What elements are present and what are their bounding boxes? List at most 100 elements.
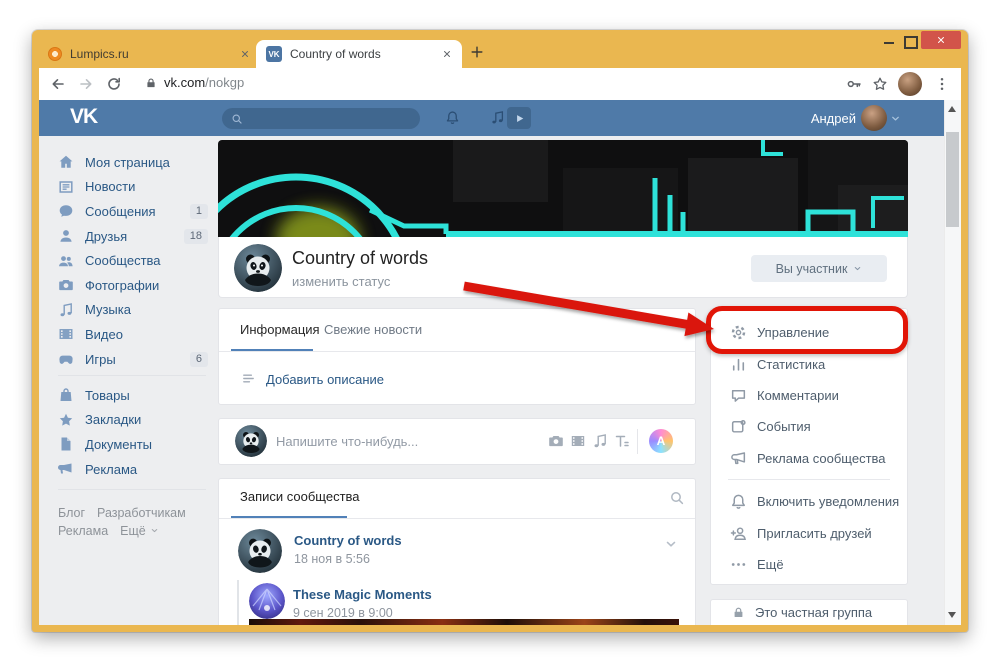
scroll-down-arrow[interactable] bbox=[948, 612, 956, 618]
bookmarks-icon bbox=[58, 412, 74, 428]
community-cover-image bbox=[218, 140, 908, 237]
action-menu-label: Включить уведомления bbox=[757, 494, 900, 510]
chevron-down-icon bbox=[150, 526, 159, 535]
action-menu-item[interactable]: Комментарии bbox=[710, 380, 908, 411]
video-icon bbox=[58, 326, 74, 342]
wall-search-icon[interactable] bbox=[669, 490, 685, 506]
footer-link[interactable]: Реклама bbox=[58, 524, 108, 538]
action-menu-label: Комментарии bbox=[757, 387, 839, 403]
bookmark-star-icon[interactable] bbox=[872, 76, 888, 92]
action-menu-label: События bbox=[757, 419, 811, 435]
poster-badge[interactable]: A bbox=[649, 429, 673, 453]
repost-author[interactable]: These Magic Moments bbox=[293, 587, 432, 602]
repost-photo[interactable] bbox=[249, 619, 679, 625]
add-description-link[interactable]: Добавить описание bbox=[266, 372, 384, 387]
screenshot-stage: Lumpics.ru VK Country of words vk.com/no… bbox=[0, 0, 1000, 668]
header-user-name[interactable]: Андрей bbox=[760, 111, 856, 126]
sidebar-item[interactable]: Игры 6 bbox=[58, 347, 208, 372]
sidebar-item[interactable]: Фотографии bbox=[58, 273, 208, 298]
music-icon[interactable] bbox=[490, 110, 505, 125]
scrollbar-thumb[interactable] bbox=[946, 132, 959, 227]
forward-icon[interactable] bbox=[78, 76, 94, 92]
lumpics-favicon bbox=[48, 47, 62, 61]
sidebar-item[interactable]: Товары bbox=[58, 383, 208, 408]
play-icon bbox=[514, 113, 525, 124]
audio-note-icon[interactable] bbox=[592, 433, 608, 449]
photo-camera-icon[interactable] bbox=[548, 433, 564, 449]
sidebar-item[interactable]: Видео bbox=[58, 322, 208, 347]
action-menu-label: Реклама сообщества bbox=[757, 450, 886, 466]
back-icon[interactable] bbox=[50, 76, 66, 92]
post-menu-chevron-icon[interactable] bbox=[664, 537, 678, 551]
count-badge: 1 bbox=[189, 203, 208, 219]
reload-icon[interactable] bbox=[106, 76, 122, 92]
repost-author-avatar[interactable] bbox=[249, 583, 285, 619]
key-icon[interactable] bbox=[846, 76, 862, 92]
scroll-up-arrow[interactable] bbox=[948, 106, 956, 112]
vk-logo[interactable]: VK bbox=[70, 105, 98, 129]
sidebar-item[interactable]: Сообщества bbox=[58, 248, 208, 273]
description-lines-icon bbox=[241, 371, 256, 386]
search-input[interactable] bbox=[222, 108, 420, 129]
video-film-icon[interactable] bbox=[570, 433, 586, 449]
url-field[interactable]: vk.com/nokgp bbox=[145, 75, 244, 90]
post-author-avatar[interactable] bbox=[238, 529, 282, 573]
sidebar-item-label: Видео bbox=[85, 326, 123, 342]
minimize-button[interactable] bbox=[884, 42, 894, 44]
wall-tab-underline bbox=[231, 516, 347, 518]
sidebar-item[interactable]: Моя страница bbox=[58, 150, 208, 175]
sidebar-divider bbox=[58, 489, 206, 490]
groups-icon bbox=[58, 253, 74, 269]
footer-link[interactable]: Разработчикам bbox=[97, 506, 186, 520]
news-icon bbox=[58, 179, 74, 195]
tab-fresh-news[interactable]: Свежие новости bbox=[324, 322, 422, 337]
composer-placeholder[interactable]: Напишите что-нибудь... bbox=[276, 434, 418, 449]
article-icon[interactable] bbox=[614, 433, 630, 449]
browser-menu-icon[interactable] bbox=[934, 76, 950, 92]
header-user-avatar[interactable] bbox=[861, 105, 887, 131]
count-badge: 18 bbox=[183, 228, 208, 244]
action-menu-item[interactable]: События bbox=[710, 411, 908, 442]
wall-title[interactable]: Записи сообщества bbox=[240, 489, 360, 504]
sidebar-item[interactable]: Закладки bbox=[58, 408, 208, 433]
post-author[interactable]: Country of words bbox=[294, 533, 402, 548]
private-group-label: Это частная группа bbox=[755, 605, 873, 620]
member-button[interactable]: Вы участник bbox=[751, 255, 887, 282]
chevron-down-icon[interactable] bbox=[890, 113, 901, 124]
repost-indent-line bbox=[237, 580, 239, 625]
action-menu-item[interactable]: Ещё bbox=[710, 549, 908, 580]
browser-tab-vk[interactable]: VK Country of words bbox=[256, 40, 462, 68]
sidebar-item[interactable]: Реклама bbox=[58, 457, 208, 482]
sidebar-item-label: Друзья bbox=[85, 228, 128, 244]
repost-date[interactable]: 9 сен 2019 в 9:00 bbox=[293, 606, 393, 620]
messages-icon bbox=[58, 203, 74, 219]
tab-information[interactable]: Информация bbox=[240, 322, 320, 337]
sidebar-item[interactable]: Новости bbox=[58, 175, 208, 200]
community-avatar[interactable] bbox=[234, 244, 282, 292]
browser-profile-avatar[interactable] bbox=[898, 72, 922, 96]
tab-close-icon[interactable] bbox=[442, 49, 452, 59]
community-name: Country of words bbox=[292, 248, 429, 268]
browser-tab-lumpics[interactable]: Lumpics.ru bbox=[48, 40, 250, 68]
action-menu-item[interactable]: Пригласить друзей bbox=[710, 517, 908, 548]
maximize-button[interactable] bbox=[904, 36, 918, 49]
video-player-button[interactable] bbox=[507, 107, 531, 129]
comments-icon bbox=[730, 387, 747, 404]
action-menu-item[interactable]: Реклама сообщества bbox=[710, 443, 908, 474]
sidebar-item[interactable]: Друзья 18 bbox=[58, 224, 208, 249]
footer-link[interactable]: Блог bbox=[58, 506, 85, 520]
composer-avatar bbox=[235, 425, 267, 457]
close-button[interactable] bbox=[921, 31, 961, 49]
sidebar-item[interactable]: Сообщения 1 bbox=[58, 199, 208, 224]
tab-close-icon[interactable] bbox=[240, 49, 250, 59]
change-status-link[interactable]: изменить статус bbox=[292, 274, 390, 289]
sidebar-item[interactable]: Музыка bbox=[58, 298, 208, 323]
post-date[interactable]: 18 ноя в 5:56 bbox=[294, 552, 370, 566]
sidebar-item[interactable]: Документы bbox=[58, 432, 208, 457]
friend-icon bbox=[58, 228, 74, 244]
notifications-bell-icon[interactable] bbox=[445, 110, 460, 125]
actions-menu-secondary: Включить уведомления Пригласить друзей Ещё bbox=[710, 486, 908, 580]
footer-link[interactable]: Ещё bbox=[120, 524, 146, 538]
action-menu-item[interactable]: Включить уведомления bbox=[710, 486, 908, 517]
new-tab-button[interactable] bbox=[470, 45, 484, 59]
